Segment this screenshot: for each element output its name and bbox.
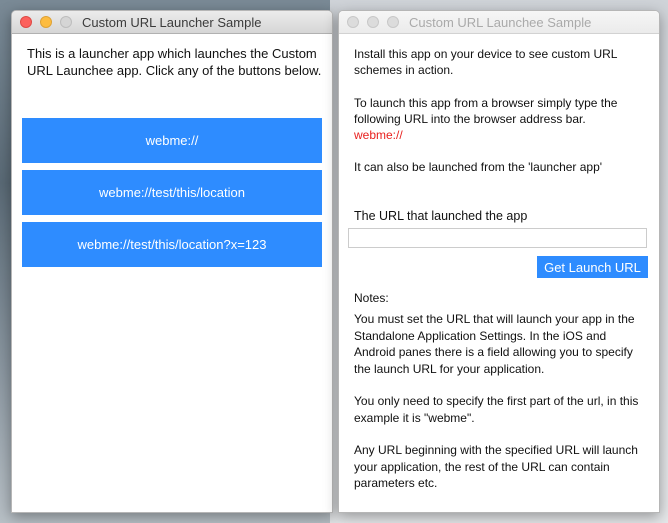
note-paragraph: Any URL beginning with the specified URL… bbox=[354, 443, 638, 490]
launch-instructions-text: To launch this app from a browser simply… bbox=[354, 96, 618, 126]
close-button[interactable] bbox=[20, 16, 32, 28]
launchee-window: Custom URL Launchee Sample Install this … bbox=[338, 10, 660, 513]
minimize-button[interactable] bbox=[367, 16, 379, 28]
notes-textarea[interactable]: You must set the URL that will launch yo… bbox=[354, 311, 649, 512]
launch-location-button[interactable]: webme://test/this/location bbox=[22, 170, 322, 215]
scheme-url-text: webme:// bbox=[354, 128, 403, 142]
launch-webme-button[interactable]: webme:// bbox=[22, 118, 322, 163]
intro-text: This is a launcher app which launches th… bbox=[27, 46, 322, 78]
launchee-titlebar[interactable]: Custom URL Launchee Sample bbox=[339, 11, 659, 34]
close-button[interactable] bbox=[347, 16, 359, 28]
minimize-button[interactable] bbox=[40, 16, 52, 28]
launcher-window: Custom URL Launcher Sample This is a lau… bbox=[11, 10, 333, 513]
launch-instructions: To launch this app from a browser simply… bbox=[354, 95, 644, 143]
launch-location-params-button[interactable]: webme://test/this/location?x=123 bbox=[22, 222, 322, 267]
launch-url-field[interactable] bbox=[348, 228, 647, 248]
get-launch-url-button[interactable]: Get Launch URL bbox=[537, 256, 648, 278]
window-controls bbox=[347, 16, 407, 28]
note-paragraph: You only need to specify the first part … bbox=[354, 394, 639, 425]
zoom-button[interactable] bbox=[387, 16, 399, 28]
window-title: Custom URL Launchee Sample bbox=[409, 15, 592, 30]
install-text: Install this app on your device to see c… bbox=[354, 47, 618, 77]
zoom-button[interactable] bbox=[60, 16, 72, 28]
window-controls bbox=[20, 16, 80, 28]
url-field-label: The URL that launched the app bbox=[354, 209, 528, 223]
launcher-titlebar[interactable]: Custom URL Launcher Sample bbox=[12, 11, 332, 34]
window-title: Custom URL Launcher Sample bbox=[82, 15, 262, 30]
launcher-note-text: It can also be launched from the 'launch… bbox=[354, 160, 603, 174]
notes-label: Notes: bbox=[354, 291, 389, 305]
note-paragraph: You must set the URL that will launch yo… bbox=[354, 312, 635, 376]
